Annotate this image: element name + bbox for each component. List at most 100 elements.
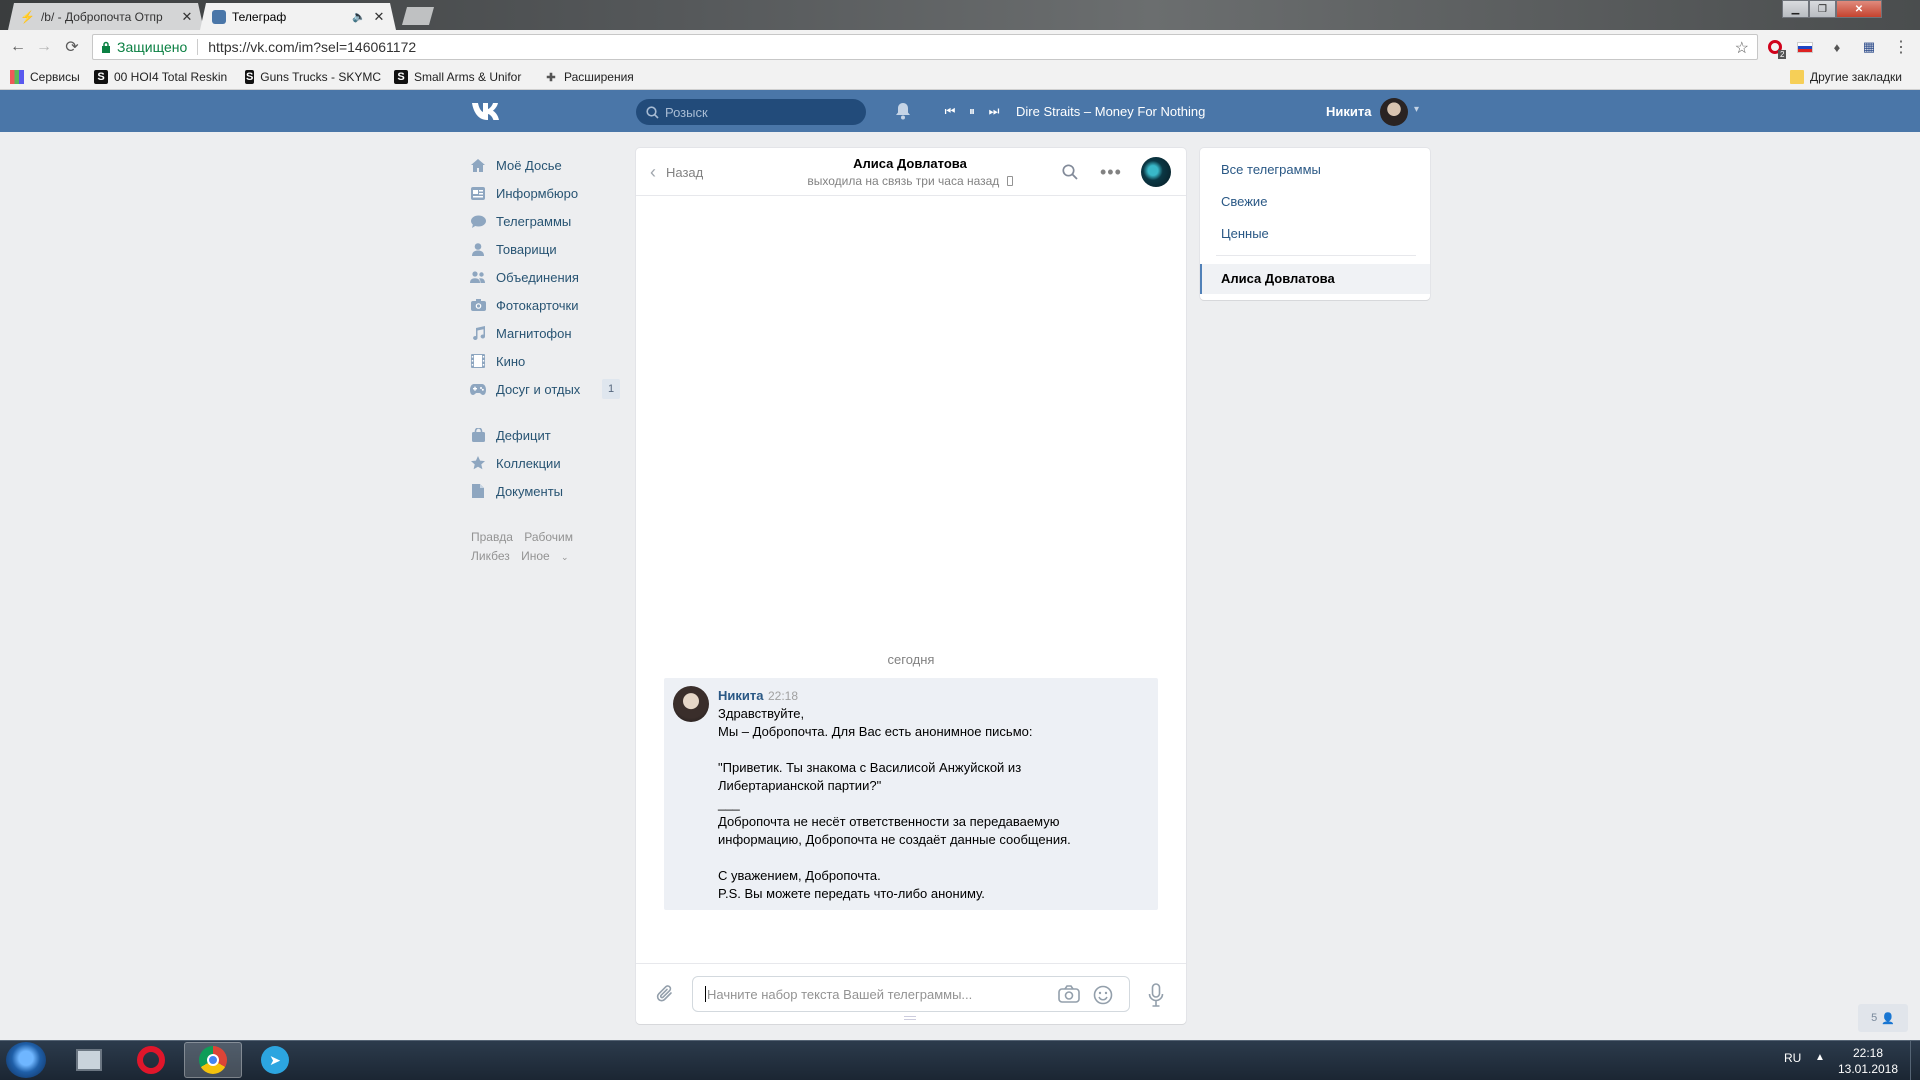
lock-icon xyxy=(102,41,110,53)
bookmark-guns-trucks[interactable]: S Guns Trucks - SKYMC xyxy=(245,67,381,87)
pause-icon[interactable]: ⏸ xyxy=(964,103,980,119)
sidebar-item-messages[interactable]: Телеграммы xyxy=(470,207,622,235)
sidebar-item-news[interactable]: Информбюро xyxy=(470,179,622,207)
secure-indicator[interactable]: Защищено xyxy=(101,39,187,55)
bell-icon[interactable] xyxy=(895,102,911,120)
gamepad-icon xyxy=(470,381,486,397)
show-desktop-button[interactable] xyxy=(1910,1040,1920,1080)
puzzle-icon: ✚ xyxy=(546,71,556,84)
sidebar-item-friends[interactable]: Товарищи xyxy=(470,235,622,263)
sidebar-item-video[interactable]: Кино xyxy=(470,347,622,375)
sidebar-item-label: Кино xyxy=(496,353,526,369)
selected-dialog-name[interactable]: Алиса Довлатова xyxy=(1221,271,1335,286)
sidebar-item-label: Коллекции xyxy=(496,455,561,471)
sidebar-item-groups[interactable]: Объединения xyxy=(470,263,622,291)
vk-favicon-icon xyxy=(212,10,226,24)
message-author[interactable]: Никита xyxy=(718,688,763,703)
sidebar-item-label: Моё Досье xyxy=(496,157,562,173)
peer-avatar[interactable] xyxy=(1141,157,1171,187)
filter-all-messages[interactable]: Все телеграммы xyxy=(1221,162,1321,177)
emoji-smile-icon[interactable] xyxy=(1093,985,1113,1005)
sidebar-item-documents[interactable]: Документы xyxy=(470,477,622,505)
sidebar-item-label: Досуг и отдых xyxy=(496,381,581,397)
secure-label: Защищено xyxy=(117,39,188,55)
taskbar-chrome-icon[interactable] xyxy=(184,1042,242,1078)
back-button[interactable]: ‹ Назад xyxy=(650,162,703,183)
footer-link-more[interactable]: Иное ⌄ xyxy=(521,549,577,563)
browser-tab-telegraf[interactable]: Телеграф 🔈 ✕ xyxy=(200,3,396,30)
footer-link[interactable]: Ликбез xyxy=(471,549,510,563)
search-icon[interactable] xyxy=(1062,164,1078,180)
tab-close-icon[interactable]: ✕ xyxy=(372,9,386,25)
sidebar-item-label: Телеграммы xyxy=(496,213,572,229)
minimize-button[interactable]: ▁ xyxy=(1782,0,1809,18)
message-author-avatar[interactable] xyxy=(673,686,709,722)
forward-arrow-icon[interactable]: → xyxy=(32,36,56,58)
menu-icon[interactable]: ⋮ xyxy=(1892,38,1910,56)
system-clock[interactable]: 22:18 13.01.2018 xyxy=(1830,1045,1906,1077)
windows-start-icon[interactable] xyxy=(6,1042,46,1078)
browser-tab-dobropochta[interactable]: ⚡ /b/ - Добропочта Отпр ✕ xyxy=(8,3,204,30)
back-arrow-icon[interactable]: ← xyxy=(6,36,30,58)
header-avatar[interactable] xyxy=(1380,98,1408,126)
camera-icon[interactable] xyxy=(1058,985,1080,1003)
bookmark-small-arms[interactable]: S Small Arms & Unifor xyxy=(394,67,530,87)
tab-title: /b/ - Добропочта Отпр xyxy=(40,9,163,24)
vk-logo-icon[interactable] xyxy=(470,100,504,122)
address-bar[interactable]: Защищено https://vk.com/im?sel=146061172… xyxy=(92,34,1758,60)
bookmark-extensions[interactable]: ✚ Расширения xyxy=(544,67,644,87)
clock-date: 13.01.2018 xyxy=(1837,1062,1899,1076)
other-bookmarks[interactable]: Другие закладки xyxy=(1790,67,1910,87)
attach-paperclip-icon[interactable] xyxy=(656,984,674,1004)
bookmark-label: Расширения xyxy=(564,70,634,84)
filter-unread[interactable]: Свежие xyxy=(1221,194,1267,209)
speaker-icon[interactable]: 🔈 xyxy=(352,10,366,23)
url-text[interactable]: https://vk.com/im?sel=146061172 xyxy=(208,39,416,55)
search-input[interactable]: Розыск xyxy=(636,99,866,125)
restore-button[interactable]: ❐ xyxy=(1809,0,1836,18)
new-tab-button[interactable] xyxy=(402,7,434,25)
message-line: С уважением, Добропочта. xyxy=(718,868,881,883)
reload-icon[interactable]: ⟳ xyxy=(60,36,84,58)
footer-link[interactable]: Правда xyxy=(471,530,513,544)
tab-title: Телеграф xyxy=(232,9,287,24)
lightbulb-icon[interactable]: ♦ xyxy=(1828,38,1846,56)
translate-icon[interactable]: ▦ xyxy=(1860,38,1878,56)
sidebar-item-music[interactable]: Магнитофон xyxy=(470,319,622,347)
peer-status-text: выходила на связь три часа назад xyxy=(807,174,1000,188)
clock-time: 22:18 xyxy=(1852,1046,1884,1060)
bookmark-services[interactable]: Сервисы xyxy=(10,67,86,87)
sidebar-item-market[interactable]: Дефицит xyxy=(470,421,622,449)
window-close-button[interactable]: ✕ xyxy=(1836,0,1882,18)
message-time[interactable]: 22:18 xyxy=(768,689,798,703)
now-playing-track[interactable]: Dire Straits – Money For Nothing xyxy=(1016,104,1205,119)
microphone-icon[interactable] xyxy=(1148,983,1164,1007)
chevron-down-icon: ⌄ xyxy=(561,552,569,562)
previous-track-icon[interactable]: ⏮ xyxy=(942,103,958,119)
taskbar-opera-icon[interactable] xyxy=(122,1042,180,1078)
tray-expand-icon[interactable]: ▲ xyxy=(1815,1052,1825,1063)
header-user-name[interactable]: Никита xyxy=(1326,104,1371,119)
chat-peer-name[interactable]: Алиса Довлатова xyxy=(800,156,1020,171)
bookmark-star-icon[interactable]: ☆ xyxy=(1735,38,1749,58)
taskbar-task-manager-icon[interactable] xyxy=(60,1042,118,1078)
tab-close-icon[interactable]: ✕ xyxy=(180,9,194,25)
video-icon xyxy=(470,353,486,369)
bookmark-hoi4[interactable]: S 00 HOI4 Total Reskin xyxy=(94,67,230,87)
document-icon xyxy=(470,483,486,499)
sidebar-item-games[interactable]: Досуг и отдых 1 xyxy=(470,375,622,403)
sidebar-item-label: Объединения xyxy=(496,269,579,285)
sidebar-item-my-page[interactable]: Моё Досье xyxy=(470,151,622,179)
online-friends-button[interactable]: 5 👤 xyxy=(1858,1004,1908,1032)
sidebar-item-photos[interactable]: Фотокарточки xyxy=(470,291,622,319)
more-options-icon[interactable]: ••• xyxy=(1100,162,1122,183)
filter-important[interactable]: Ценные xyxy=(1221,226,1269,241)
russian-flag-icon[interactable] xyxy=(1796,38,1814,56)
taskbar-telegram-icon[interactable]: ➤ xyxy=(246,1042,304,1078)
chevron-down-icon[interactable]: ▾ xyxy=(1414,104,1419,115)
keyboard-language[interactable]: RU xyxy=(1784,1051,1801,1065)
next-track-icon[interactable]: ⏭ xyxy=(986,103,1002,119)
footer-link[interactable]: Рабочим xyxy=(524,530,573,544)
resize-grip-icon[interactable] xyxy=(904,1016,916,1020)
sidebar-item-bookmarks[interactable]: Коллекции xyxy=(470,449,622,477)
